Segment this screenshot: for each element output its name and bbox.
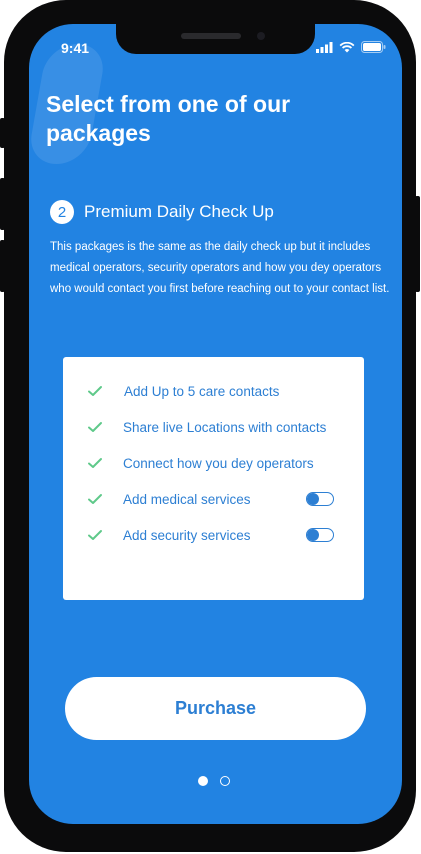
check-icon [88, 494, 102, 504]
check-icon [88, 386, 102, 396]
page-indicator [198, 776, 230, 786]
wifi-icon [339, 41, 355, 52]
purchase-button[interactable]: Purchase [65, 677, 366, 740]
feature-label: Connect how you dey operators [123, 455, 314, 471]
package-description: This packages is the same as the daily c… [50, 241, 390, 295]
front-camera [257, 32, 265, 40]
package-title: Premium Daily Check Up [84, 202, 274, 221]
toggle-knob [307, 529, 319, 541]
features-card: Add Up to 5 care contacts Share live Loc… [63, 357, 364, 600]
feature-label: Add medical services [123, 491, 251, 507]
speaker-grille [181, 33, 241, 39]
page-dot-inactive[interactable] [220, 776, 230, 786]
check-icon [88, 458, 102, 468]
feature-label: Share live Locations with contacts [123, 419, 327, 435]
check-icon [88, 422, 102, 432]
medical-services-toggle[interactable] [306, 492, 334, 506]
feature-label: Add Up to 5 care contacts [124, 383, 280, 399]
phone-side-button-left-bottom [0, 240, 5, 292]
feature-item-care-contacts: Add Up to 5 care contacts [87, 381, 337, 401]
toggle-knob [307, 493, 319, 505]
step-number-badge: 2 [50, 200, 74, 224]
feature-item-security-services: Add security services [87, 525, 337, 545]
package-header: 2 Premium Daily Check Up [50, 200, 274, 224]
page-title: Select from one of our packages [46, 91, 291, 146]
signal-icon [316, 41, 333, 53]
status-icons [316, 41, 386, 53]
phone-notch [116, 24, 315, 54]
phone-side-button-left-top [0, 118, 5, 148]
feature-item-share-location: Share live Locations with contacts [87, 417, 337, 437]
feature-item-medical-services: Add medical services [87, 489, 337, 509]
feature-label: Add security services [123, 527, 251, 543]
check-icon [88, 530, 102, 540]
security-services-toggle[interactable] [306, 528, 334, 542]
page-dot-active[interactable] [198, 776, 208, 786]
phone-frame: 9:41 Select from one of our packages 2 P… [0, 0, 420, 852]
status-time: 9:41 [61, 40, 90, 56]
phone-side-button-right [415, 196, 420, 292]
battery-icon [361, 41, 386, 53]
phone-side-button-left-mid [0, 178, 5, 230]
app-screen: 9:41 Select from one of our packages 2 P… [29, 24, 402, 824]
feature-item-operators: Connect how you dey operators [87, 453, 337, 473]
